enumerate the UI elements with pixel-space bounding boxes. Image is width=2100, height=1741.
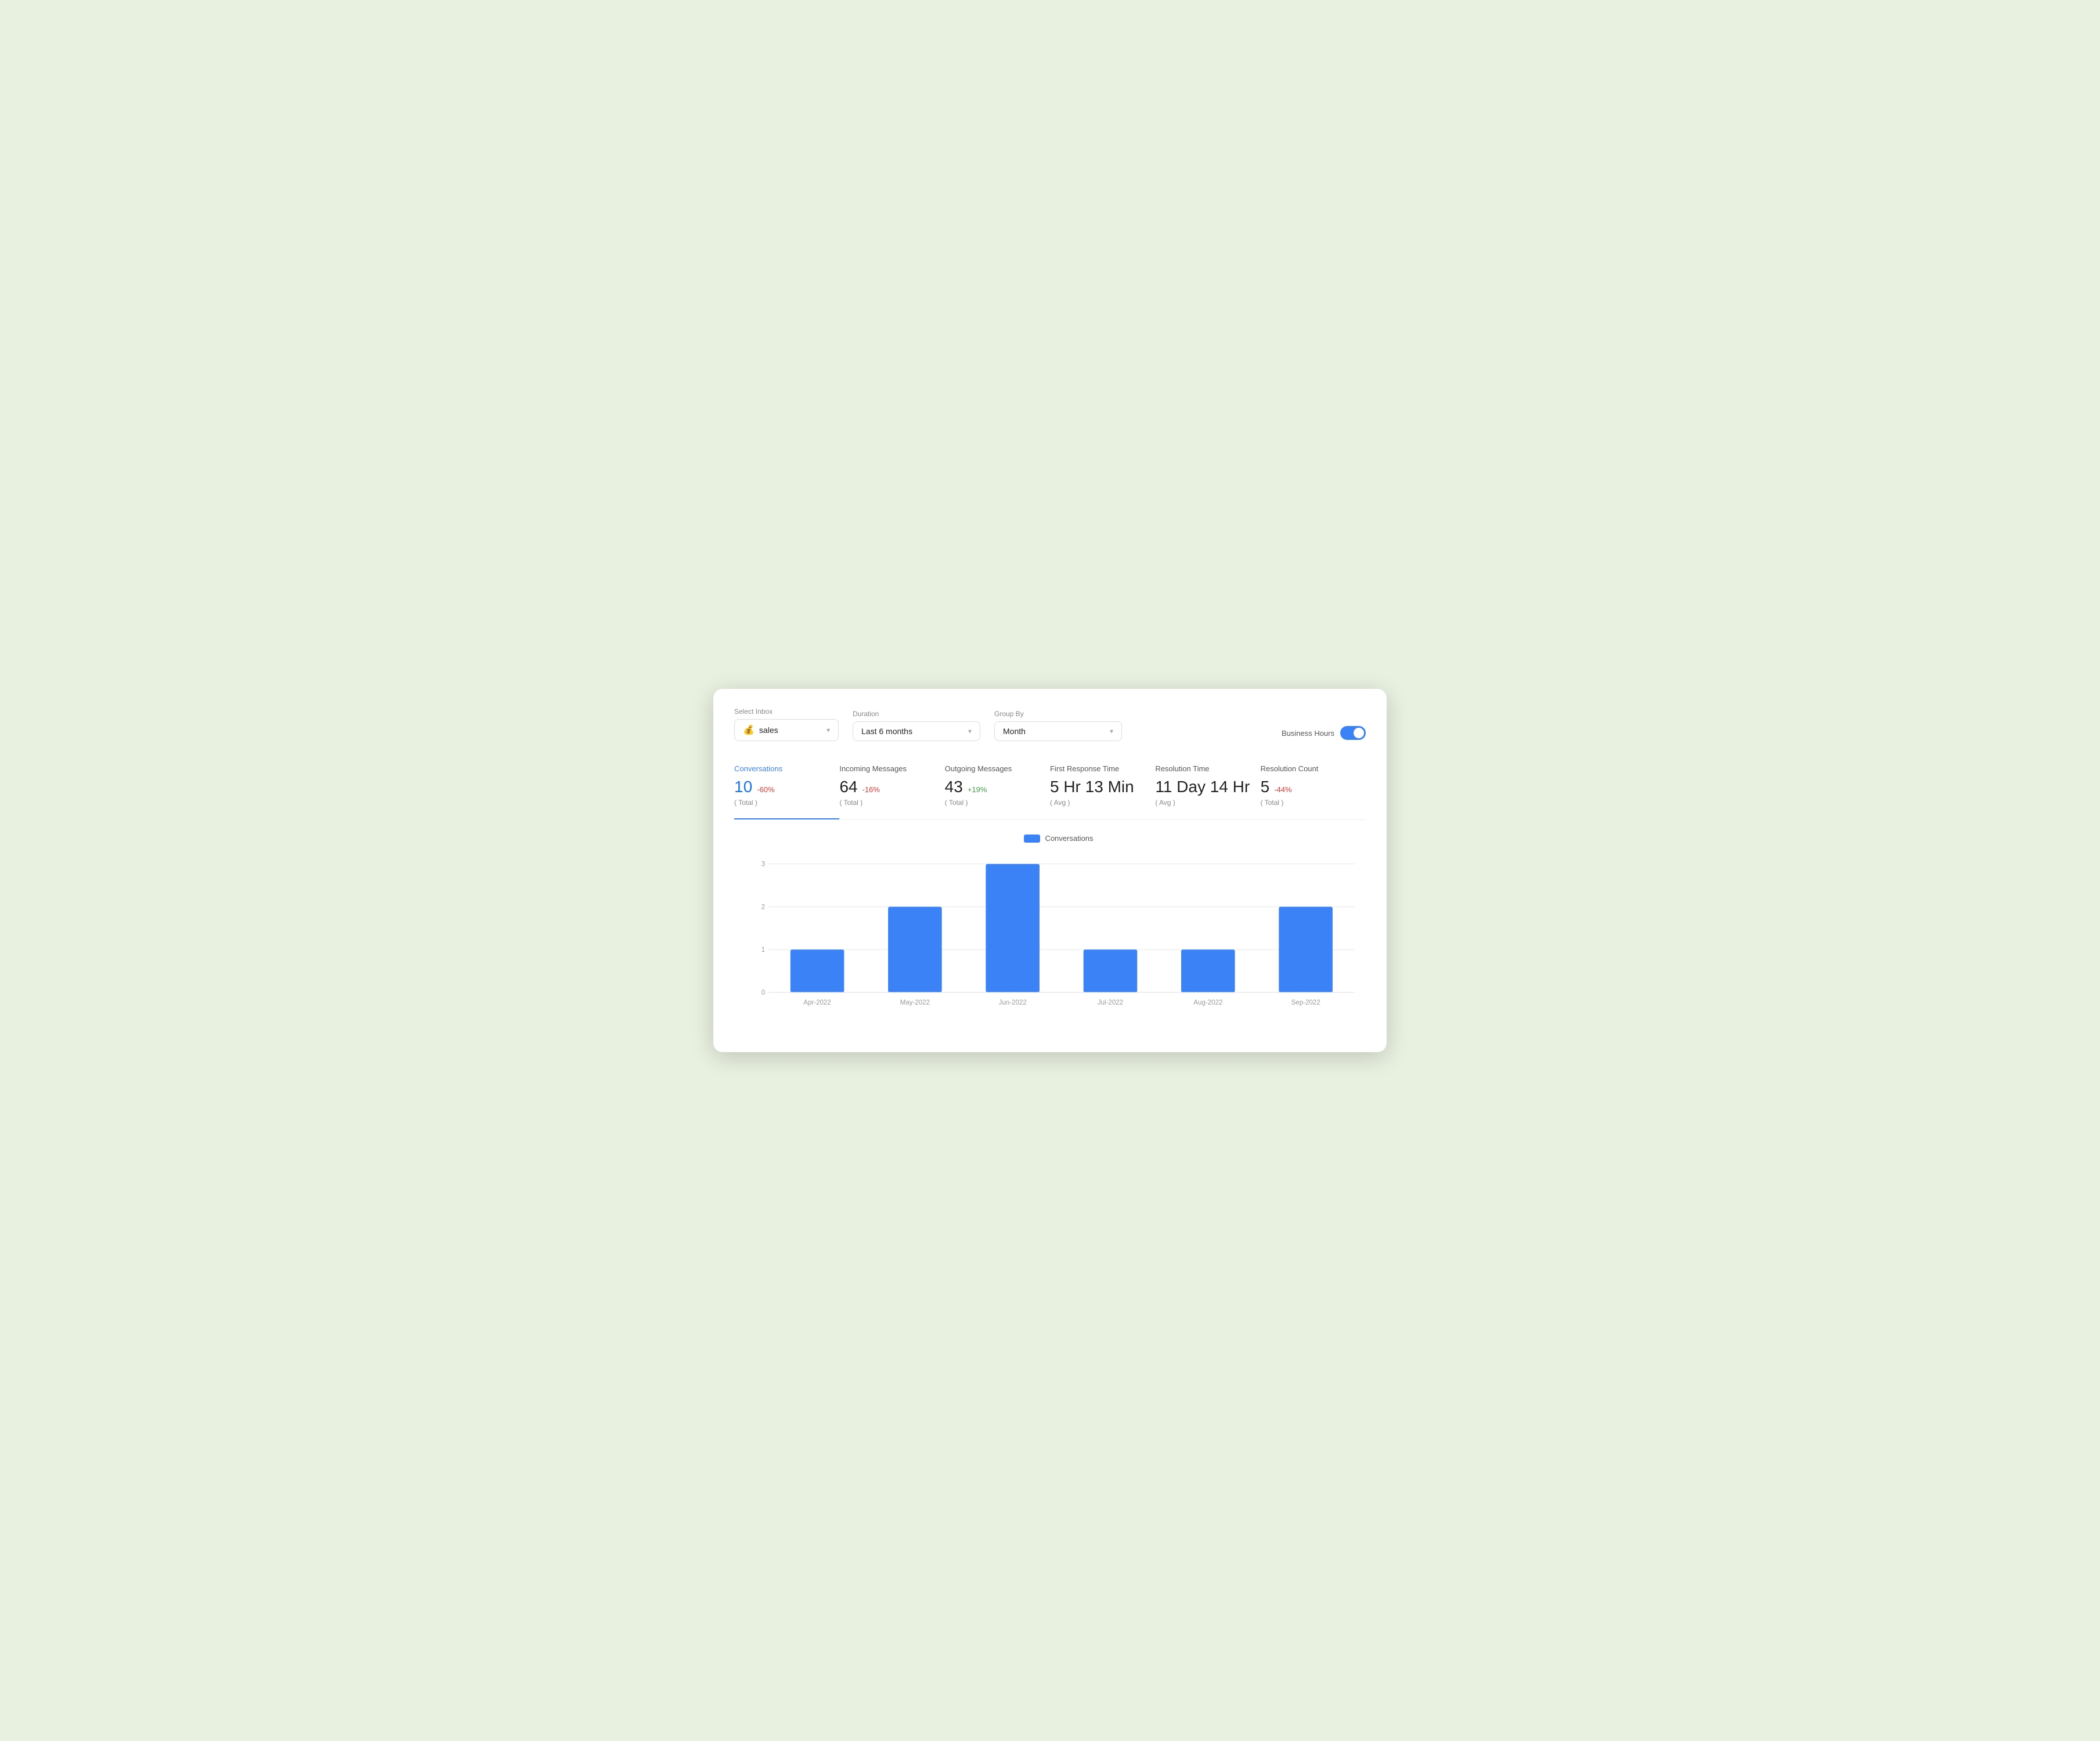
groupby-chevron-icon: ▾ [1110, 727, 1113, 735]
inbox-filter-group: Select Inbox 💰 sales ▾ [734, 707, 839, 741]
stat-item-resolution_time[interactable]: Resolution Time 11 Day 14 Hr ( Avg ) [1155, 757, 1260, 819]
svg-text:2: 2 [762, 904, 765, 911]
svg-text:Sep-2022: Sep-2022 [1291, 999, 1320, 1006]
duration-value: Last 6 months [861, 727, 964, 736]
stat-label-incoming: Incoming Messages [839, 764, 944, 773]
groupby-filter-group: Group By Month ▾ [994, 710, 1122, 741]
stat-item-outgoing[interactable]: Outgoing Messages 43 +19% ( Total ) [945, 757, 1050, 819]
stat-sub-outgoing: ( Total ) [945, 799, 1050, 807]
duration-select[interactable]: Last 6 months ▾ [853, 721, 980, 741]
groupby-label: Group By [994, 710, 1122, 718]
stat-sub-conversations: ( Total ) [734, 799, 839, 807]
inbox-value: sales [759, 725, 822, 735]
chart-svg-wrap: 0 1 2 3 Apr-2022 May-2022 Jun-2022 Jul-2022 Aug-… [752, 850, 1366, 1018]
stat-main-value-first_response: 5 Hr 13 Min [1050, 778, 1134, 796]
stat-item-incoming[interactable]: Incoming Messages 64 -16% ( Total ) [839, 757, 944, 819]
stat-label-resolution_count: Resolution Count [1261, 764, 1366, 773]
groupby-select[interactable]: Month ▾ [994, 721, 1122, 741]
stat-change-incoming: -16% [862, 785, 879, 794]
stat-label-conversations: Conversations [734, 764, 839, 773]
svg-text:0: 0 [762, 989, 765, 996]
business-hours-toggle[interactable] [1340, 726, 1366, 740]
stat-main-value-outgoing: 43 [945, 778, 963, 796]
business-hours-label: Business Hours [1282, 729, 1334, 738]
duration-label: Duration [853, 710, 980, 718]
stat-label-outgoing: Outgoing Messages [945, 764, 1050, 773]
inbox-label: Select Inbox [734, 707, 839, 716]
svg-text:May-2022: May-2022 [900, 999, 930, 1006]
stat-main-value-incoming: 64 [839, 778, 857, 796]
stat-label-resolution_time: Resolution Time [1155, 764, 1260, 773]
svg-text:1: 1 [762, 947, 765, 953]
stat-label-first_response: First Response Time [1050, 764, 1155, 773]
svg-text:Apr-2022: Apr-2022 [803, 999, 831, 1006]
svg-text:Aug-2022: Aug-2022 [1193, 999, 1222, 1006]
stat-item-resolution_count[interactable]: Resolution Count 5 -44% ( Total ) [1261, 757, 1366, 819]
stat-change-conversations: -60% [757, 785, 774, 794]
duration-filter-group: Duration Last 6 months ▾ [853, 710, 980, 741]
stat-sub-resolution_time: ( Avg ) [1155, 799, 1260, 807]
chart-legend: Conversations [752, 834, 1366, 843]
stat-main-value-conversations: 10 [734, 778, 752, 796]
legend-label: Conversations [1045, 834, 1093, 843]
business-hours-group: Business Hours [1282, 726, 1366, 741]
svg-text:3: 3 [762, 861, 765, 868]
stat-sub-incoming: ( Total ) [839, 799, 944, 807]
filter-row: Select Inbox 💰 sales ▾ Duration Last 6 m… [734, 707, 1366, 741]
chart-container: Conversations 0 1 2 3 Apr-2022 May-2022 Jun-20… [734, 834, 1366, 1031]
legend-swatch [1024, 835, 1040, 843]
stat-main-value-resolution_time: 11 Day 14 Hr [1155, 778, 1250, 796]
stat-sub-first_response: ( Avg ) [1050, 799, 1155, 807]
stat-change-resolution_count: -44% [1274, 785, 1291, 794]
inbox-select[interactable]: 💰 sales ▾ [734, 719, 839, 741]
svg-text:Jun-2022: Jun-2022 [999, 999, 1027, 1006]
stats-row: Conversations10-60%( Total )Incoming Mes… [734, 757, 1366, 820]
inbox-icon: 💰 [743, 724, 755, 736]
duration-chevron-icon: ▾ [968, 727, 972, 735]
svg-text:Jul-2022: Jul-2022 [1098, 999, 1123, 1006]
stat-sub-resolution_count: ( Total ) [1261, 799, 1366, 807]
bar-chart: 0 1 2 3 Apr-2022 May-2022 Jun-2022 Jul-2022 Aug-… [752, 850, 1366, 1018]
stat-main-value-resolution_count: 5 [1261, 778, 1270, 796]
stat-item-first_response[interactable]: First Response Time 5 Hr 13 Min ( Avg ) [1050, 757, 1155, 819]
stat-item-conversations[interactable]: Conversations 10 -60% ( Total ) [734, 757, 839, 819]
groupby-value: Month [1003, 727, 1105, 736]
main-card: Select Inbox 💰 sales ▾ Duration Last 6 m… [713, 689, 1387, 1052]
stat-change-outgoing: +19% [968, 785, 987, 794]
inbox-chevron-icon: ▾ [827, 726, 830, 734]
